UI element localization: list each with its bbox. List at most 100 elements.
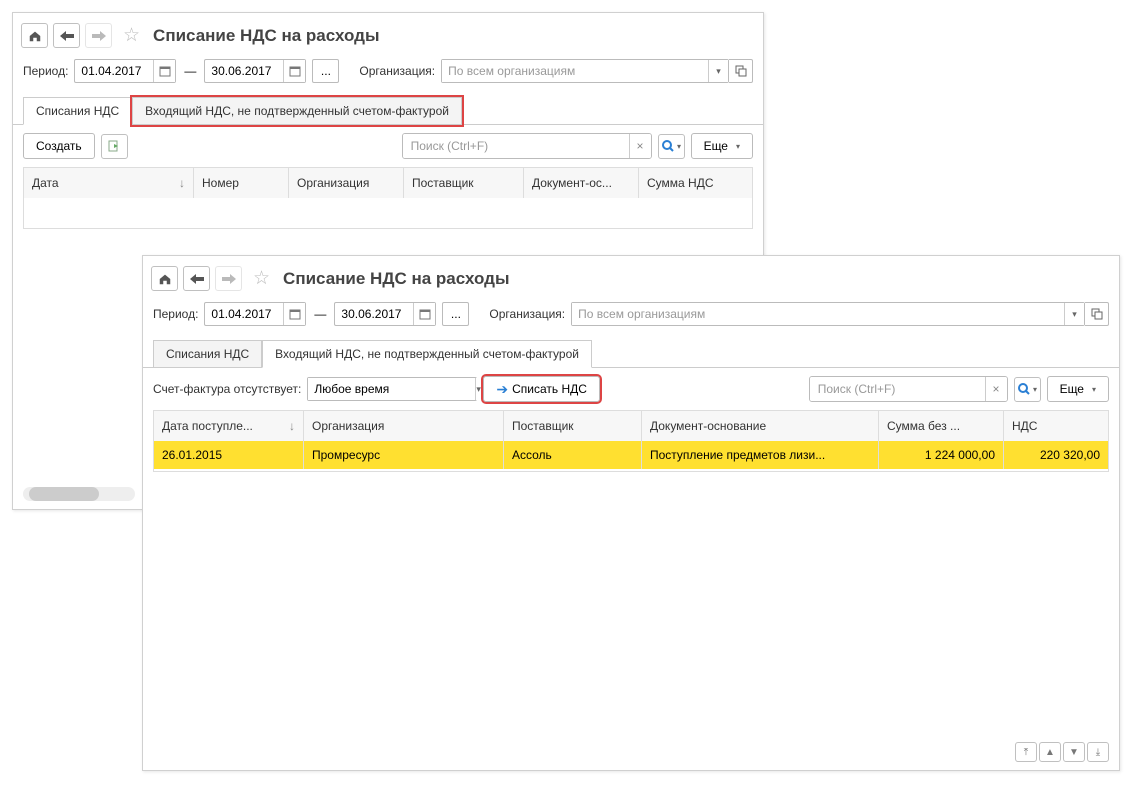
- dash: —: [184, 64, 196, 78]
- page-last-icon[interactable]: ⤓: [1087, 742, 1109, 762]
- grid: Дата Номер Организация Поставщик Докумен…: [23, 167, 753, 229]
- arrow-right-icon: ➔: [496, 381, 508, 398]
- cell-supplier: Ассоль: [504, 441, 642, 469]
- home-button[interactable]: [21, 23, 48, 48]
- col-doc[interactable]: Документ-ос...: [524, 168, 639, 198]
- col-org[interactable]: Организация: [289, 168, 404, 198]
- col-vat[interactable]: Сумма НДС: [639, 168, 752, 198]
- period-label: Период:: [23, 64, 68, 78]
- window-front: ☆ Списание НДС на расходы Период: — ... …: [142, 255, 1120, 771]
- paging-controls: ⤒ ▲ ▼ ⤓: [1015, 742, 1109, 762]
- date-to-field[interactable]: [204, 59, 306, 83]
- horizontal-scrollbar[interactable]: [23, 487, 135, 501]
- dash: —: [314, 307, 326, 321]
- grid-body: [24, 198, 752, 228]
- toolbar: Создать × ▾ Еще▾: [13, 125, 763, 167]
- search-input[interactable]: [403, 134, 629, 158]
- more-button[interactable]: Еще▾: [1047, 376, 1109, 402]
- date-from-input[interactable]: [205, 305, 283, 323]
- clear-icon[interactable]: ×: [629, 134, 651, 158]
- create-button[interactable]: Создать: [23, 133, 95, 159]
- filter-select[interactable]: ▾: [307, 377, 477, 401]
- tab-writeoffs[interactable]: Списания НДС: [153, 340, 262, 368]
- date-from-input[interactable]: [75, 62, 153, 80]
- copy-button[interactable]: [101, 134, 128, 159]
- cell-doc: Поступление предметов лизи...: [642, 441, 879, 469]
- search-field[interactable]: ×: [402, 133, 652, 159]
- date-from-field[interactable]: [204, 302, 306, 326]
- period-label: Период:: [153, 307, 198, 321]
- cell-org: Промресурс: [304, 441, 504, 469]
- search-input[interactable]: [810, 377, 985, 401]
- forward-button[interactable]: [215, 266, 242, 291]
- organization-input[interactable]: [572, 303, 1064, 325]
- calendar-icon[interactable]: [283, 60, 305, 82]
- grid: Дата поступле... Организация Поставщик Д…: [153, 410, 1109, 472]
- dropdown-icon[interactable]: ▾: [708, 60, 728, 82]
- titlebar: ☆ Списание НДС на расходы: [13, 13, 763, 55]
- period-picker-button[interactable]: ...: [312, 59, 339, 83]
- dropdown-icon[interactable]: ▾: [475, 378, 481, 400]
- period-row: Период: — ... Организация: ▾: [143, 298, 1119, 332]
- back-button[interactable]: [53, 23, 80, 48]
- tab-writeoffs[interactable]: Списания НДС: [23, 97, 132, 125]
- calendar-icon[interactable]: [153, 60, 175, 82]
- cell-amount: 1 224 000,00: [879, 441, 1004, 469]
- period-row: Период: — ... Организация: ▾: [13, 55, 763, 89]
- tab-incoming-vat[interactable]: Входящий НДС, не подтвержденный счетом-ф…: [262, 340, 592, 368]
- filter-value[interactable]: [308, 378, 475, 400]
- more-button[interactable]: Еще▾: [691, 133, 753, 159]
- date-to-input[interactable]: [335, 305, 413, 323]
- page-title: Списание НДС на расходы: [153, 26, 379, 46]
- col-number[interactable]: Номер: [194, 168, 289, 198]
- write-off-vat-button[interactable]: ➔Списать НДС: [483, 376, 600, 402]
- filter-label: Счет-фактура отсутствует:: [153, 382, 301, 396]
- home-button[interactable]: [151, 266, 178, 291]
- col-doc[interactable]: Документ-основание: [642, 411, 879, 441]
- col-supplier[interactable]: Поставщик: [504, 411, 642, 441]
- favorite-icon[interactable]: ☆: [253, 267, 270, 290]
- organization-field[interactable]: ▾: [441, 59, 729, 83]
- open-icon[interactable]: [1085, 302, 1109, 326]
- titlebar: ☆ Списание НДС на расходы: [143, 256, 1119, 298]
- col-org[interactable]: Организация: [304, 411, 504, 441]
- org-label: Организация:: [489, 307, 565, 321]
- calendar-icon[interactable]: [413, 303, 435, 325]
- col-date[interactable]: Дата поступле...: [154, 411, 304, 441]
- col-amount[interactable]: Сумма без ...: [879, 411, 1004, 441]
- back-button[interactable]: [183, 266, 210, 291]
- period-picker-button[interactable]: ...: [442, 302, 469, 326]
- organization-input[interactable]: [442, 60, 708, 82]
- tab-bar: Списания НДС Входящий НДС, не подтвержде…: [143, 336, 1119, 368]
- toolbar: Счет-фактура отсутствует: ▾ ➔Списать НДС…: [143, 368, 1119, 410]
- calendar-icon[interactable]: [283, 303, 305, 325]
- cell-vat: 220 320,00: [1004, 441, 1108, 469]
- date-to-field[interactable]: [334, 302, 436, 326]
- date-to-input[interactable]: [205, 62, 283, 80]
- col-vat[interactable]: НДС: [1004, 411, 1108, 441]
- tab-incoming-vat[interactable]: Входящий НДС, не подтвержденный счетом-ф…: [132, 97, 462, 125]
- organization-field[interactable]: ▾: [571, 302, 1085, 326]
- favorite-icon[interactable]: ☆: [123, 24, 140, 47]
- search-field[interactable]: ×: [809, 376, 1008, 402]
- grid-header: Дата поступле... Организация Поставщик Д…: [154, 411, 1108, 441]
- date-from-field[interactable]: [74, 59, 176, 83]
- org-label: Организация:: [359, 64, 435, 78]
- table-row[interactable]: 26.01.2015 Промресурс Ассоль Поступление…: [154, 441, 1108, 469]
- col-date[interactable]: Дата: [24, 168, 194, 198]
- open-icon[interactable]: [729, 59, 753, 83]
- col-supplier[interactable]: Поставщик: [404, 168, 524, 198]
- search-button[interactable]: ▾: [658, 134, 685, 159]
- page-first-icon[interactable]: ⤒: [1015, 742, 1037, 762]
- grid-header: Дата Номер Организация Поставщик Докумен…: [24, 168, 752, 198]
- forward-button[interactable]: [85, 23, 112, 48]
- clear-icon[interactable]: ×: [985, 377, 1007, 401]
- grid-body: 26.01.2015 Промресурс Ассоль Поступление…: [154, 441, 1108, 471]
- tab-bar: Списания НДС Входящий НДС, не подтвержде…: [13, 93, 763, 125]
- cell-date: 26.01.2015: [154, 441, 304, 469]
- page-down-icon[interactable]: ▼: [1063, 742, 1085, 762]
- page-title: Списание НДС на расходы: [283, 269, 509, 289]
- dropdown-icon[interactable]: ▾: [1064, 303, 1084, 325]
- search-button[interactable]: ▾: [1014, 377, 1041, 402]
- page-up-icon[interactable]: ▲: [1039, 742, 1061, 762]
